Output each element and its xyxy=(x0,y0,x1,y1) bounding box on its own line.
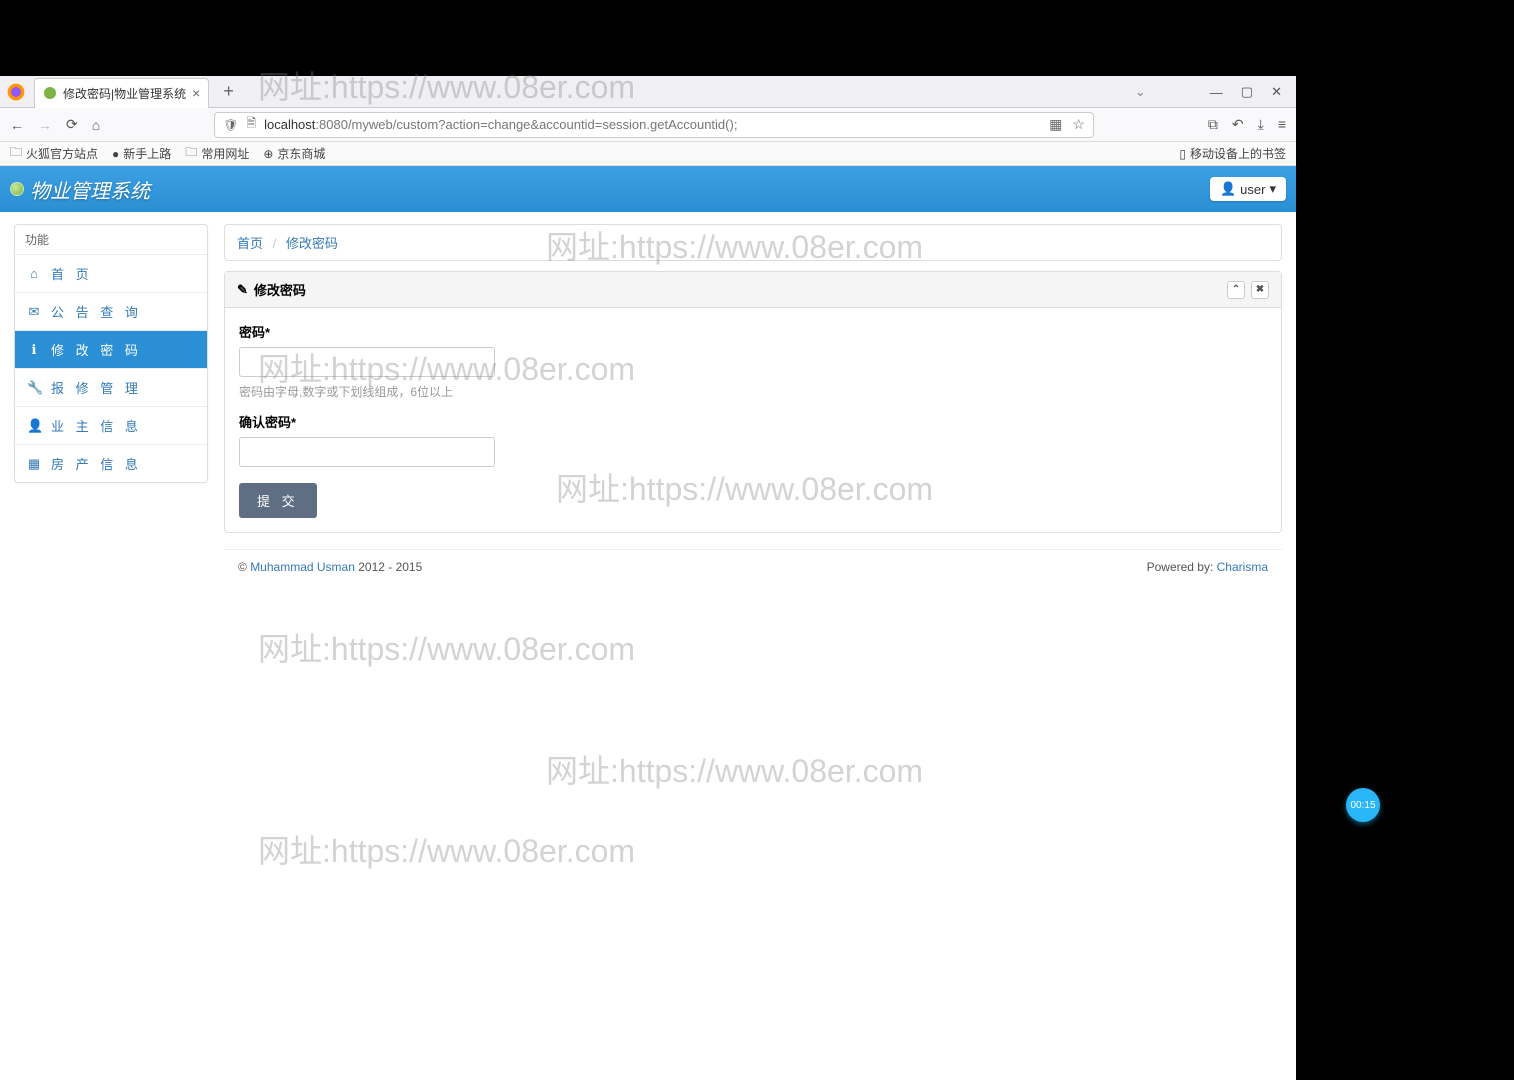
sidebar: 功能 ⌂首 页 ✉公 告 查 询 ℹ修 改 密 码 🔧报 修 管 理 👤业 主 … xyxy=(14,224,208,483)
star-icon[interactable]: ☆ xyxy=(1072,116,1085,133)
breadcrumb: 首页 / 修改密码 xyxy=(224,224,1282,261)
footer-powered-link[interactable]: Charisma xyxy=(1217,560,1268,574)
extension-icon[interactable]: ⧉ xyxy=(1208,116,1218,133)
password-input[interactable] xyxy=(239,347,495,377)
sidebar-header: 功能 xyxy=(15,225,207,255)
bookmark-mobile[interactable]: ▯ 移动设备上的书签 xyxy=(1179,145,1286,162)
minimize-button[interactable]: — xyxy=(1210,85,1223,100)
timer-badge: 00:15 xyxy=(1346,788,1380,822)
lock-icon: 🗎 xyxy=(246,114,256,135)
home-button[interactable]: ⌂ xyxy=(92,117,100,133)
app-content: 物业管理系统 👤 user ▾ 功能 ⌂首 页 ✉公 告 查 询 ℹ修 改 密 … xyxy=(0,166,1296,1080)
browser-window: 修改密码|物业管理系统 × + ⌄ — ▢ ✕ ← → ⟳ ⌂ 🛡 🗎 loca… xyxy=(0,76,1296,1080)
info-icon: ℹ xyxy=(27,342,41,358)
submit-button[interactable]: 提 交 xyxy=(239,483,317,518)
collapse-button[interactable]: ⌃ xyxy=(1227,281,1245,299)
sidebar-item-repair[interactable]: 🔧报 修 管 理 xyxy=(15,369,207,407)
logo-dot-icon xyxy=(10,182,24,196)
save-page-icon[interactable]: ⤓ xyxy=(1258,116,1264,133)
window-controls: ⌄ — ▢ ✕ xyxy=(1135,76,1296,108)
sidebar-item-password[interactable]: ℹ修 改 密 码 xyxy=(15,331,207,369)
app-title: 物业管理系统 xyxy=(30,175,150,204)
forward-button[interactable]: → xyxy=(38,117,52,133)
back-button[interactable]: ← xyxy=(10,117,24,133)
new-tab-button[interactable]: + xyxy=(217,81,240,102)
url-bar[interactable]: 🛡 🗎 localhost:8080/myweb/custom?action=c… xyxy=(214,112,1094,138)
reload-button[interactable]: ⟳ xyxy=(66,116,78,133)
footer-author-link[interactable]: Muhammad Usman xyxy=(250,560,355,574)
qr-icon[interactable]: ▦ xyxy=(1049,116,1062,133)
tab-title: 修改密码|物业管理系统 xyxy=(63,85,186,102)
panel-body: 密码* 密码由字母,数字或下划线组成，6位以上 确认密码* 提 交 xyxy=(225,308,1281,532)
maximize-button[interactable]: ▢ xyxy=(1241,84,1253,100)
tab-close-button[interactable]: × xyxy=(192,85,200,101)
app-logo: 物业管理系统 xyxy=(10,175,150,204)
user-menu-button[interactable]: 👤 user ▾ xyxy=(1210,177,1286,201)
sidebar-item-owner[interactable]: 👤业 主 信 息 xyxy=(15,407,207,445)
user-icon: 👤 xyxy=(27,418,41,434)
shield-icon: 🛡 xyxy=(223,118,238,132)
grid-icon: ▦ xyxy=(27,456,41,472)
password-label: 密码* xyxy=(239,322,1267,341)
firefox-icon xyxy=(6,82,26,102)
sidebar-item-announce[interactable]: ✉公 告 查 询 xyxy=(15,293,207,331)
nav-bar: ← → ⟳ ⌂ 🛡 🗎 localhost:8080/myweb/custom?… xyxy=(0,108,1296,142)
confirm-password-label: 确认密码* xyxy=(239,412,1267,431)
caret-down-icon: ▾ xyxy=(1269,181,1276,197)
panel: ✎ 修改密码 ⌃ ✖ 密码* 密码由字母,数字或下划线组成，6位以上 确认密码* xyxy=(224,271,1282,533)
tabs-dropdown-icon[interactable]: ⌄ xyxy=(1135,84,1146,100)
user-label: user xyxy=(1240,182,1265,197)
panel-header: ✎ 修改密码 ⌃ ✖ xyxy=(225,272,1281,308)
breadcrumb-sep: / xyxy=(273,236,277,251)
app-header: 物业管理系统 👤 user ▾ xyxy=(0,166,1296,212)
browser-tab[interactable]: 修改密码|物业管理系统 × xyxy=(34,78,209,108)
main-area: 首页 / 修改密码 ✎ 修改密码 ⌃ ✖ 密码* xyxy=(224,224,1282,574)
user-icon: 👤 xyxy=(1220,181,1236,197)
bookmark-item[interactable]: ⊕ 京东商城 xyxy=(263,145,325,162)
sidebar-item-property[interactable]: ▦房 产 信 息 xyxy=(15,445,207,482)
breadcrumb-current: 修改密码 xyxy=(286,236,338,251)
menu-icon[interactable]: ≡ xyxy=(1278,116,1286,133)
sidebar-item-home[interactable]: ⌂首 页 xyxy=(15,255,207,293)
mail-icon: ✉ xyxy=(27,304,41,320)
undo-icon[interactable]: ↶ xyxy=(1232,116,1244,133)
app-body: 功能 ⌂首 页 ✉公 告 查 询 ℹ修 改 密 码 🔧报 修 管 理 👤业 主 … xyxy=(0,212,1296,586)
breadcrumb-home[interactable]: 首页 xyxy=(237,236,263,251)
url-text: localhost:8080/myweb/custom?action=chang… xyxy=(264,117,1041,132)
bookmark-item[interactable]: 🗀 火狐官方站点 xyxy=(10,143,98,164)
edit-icon: ✎ xyxy=(237,282,248,298)
confirm-password-input[interactable] xyxy=(239,437,495,467)
tab-favicon-icon xyxy=(43,86,57,100)
password-hint: 密码由字母,数字或下划线组成，6位以上 xyxy=(239,383,1267,400)
wrench-icon: 🔧 xyxy=(27,380,41,396)
bookmark-bar: 🗀 火狐官方站点 ● 新手上路 🗀 常用网址 ⊕ 京东商城 ▯ 移动设备上的书签 xyxy=(0,142,1296,166)
bookmark-item[interactable]: ● 新手上路 xyxy=(112,145,171,162)
footer: © Muhammad Usman 2012 - 2015 Powered by:… xyxy=(224,549,1282,574)
tab-bar: 修改密码|物业管理系统 × + ⌄ — ▢ ✕ xyxy=(0,76,1296,108)
panel-title: 修改密码 xyxy=(254,280,306,299)
close-panel-button[interactable]: ✖ xyxy=(1251,281,1269,299)
home-icon: ⌂ xyxy=(27,266,41,281)
close-window-button[interactable]: ✕ xyxy=(1271,84,1282,100)
bookmark-item[interactable]: 🗀 常用网址 xyxy=(185,143,249,164)
